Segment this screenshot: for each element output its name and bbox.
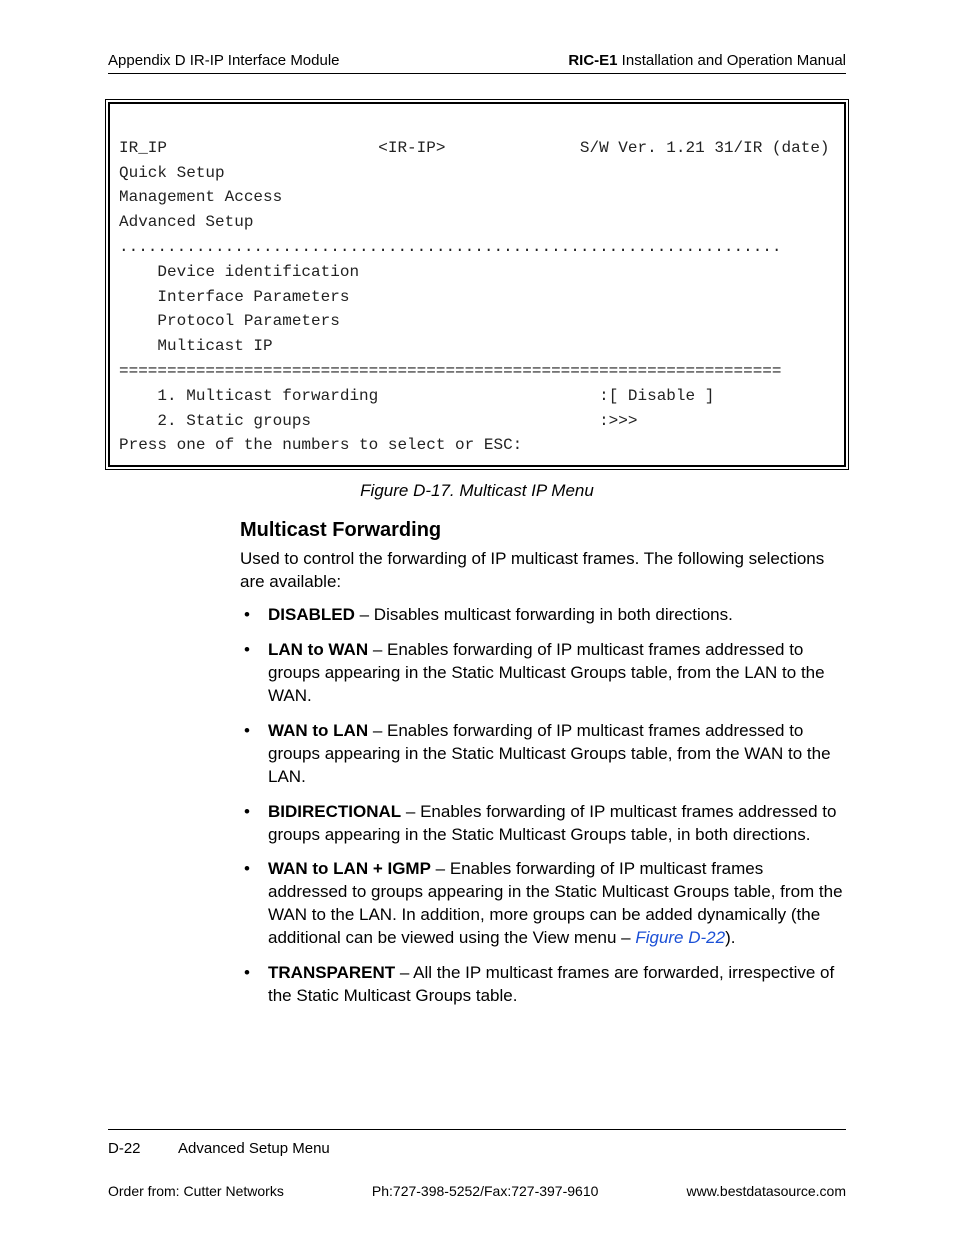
option-name: DISABLED: [268, 605, 355, 624]
order-footer: Order from: Cutter Networks Ph:727-398-5…: [108, 1183, 846, 1199]
order-phone: Ph:727-398-5252/Fax:727-397-9610: [372, 1183, 599, 1199]
page-header: Appendix D IR-IP Interface Module RIC-E1…: [108, 52, 846, 74]
option-desc-tail: ).: [725, 928, 735, 947]
terminal-device-id: Device identification: [119, 263, 359, 281]
option-name: LAN to WAN: [268, 640, 368, 659]
header-right: RIC-E1 Installation and Operation Manual: [568, 52, 846, 69]
options-list: DISABLED – Disables multicast forwarding…: [240, 604, 846, 1008]
option-name: WAN to LAN + IGMP: [268, 859, 431, 878]
option-name: TRANSPARENT: [268, 963, 395, 982]
terminal-option-1-label: 1. Multicast forwarding: [119, 387, 378, 405]
order-url: www.bestdatasource.com: [686, 1183, 846, 1199]
terminal-hostname: IR_IP: [119, 139, 167, 157]
section-heading: Multicast Forwarding: [240, 519, 846, 542]
list-item: LAN to WAN – Enables forwarding of IP mu…: [240, 639, 846, 708]
option-desc: – Disables multicast forwarding in both …: [355, 605, 733, 624]
terminal-version: S/W Ver. 1.21 31/IR (date): [580, 139, 830, 157]
terminal-mgmt-access: Management Access: [119, 188, 282, 206]
page-footer: D-22 Advanced Setup Menu: [108, 1129, 846, 1157]
terminal-divider: ========================================…: [119, 362, 782, 380]
terminal-prompt: Press one of the numbers to select or ES…: [119, 436, 522, 454]
list-item: WAN to LAN – Enables forwarding of IP mu…: [240, 720, 846, 789]
header-subtitle: Installation and Operation Manual: [618, 52, 846, 69]
list-item: WAN to LAN + IGMP – Enables forwarding o…: [240, 858, 846, 950]
terminal-screen: IR_IP <IR-IP> S/W Ver. 1.21 31/IR (date)…: [108, 102, 846, 467]
figure-link[interactable]: Figure D-22: [635, 928, 725, 947]
list-item: DISABLED – Disables multicast forwarding…: [240, 604, 846, 627]
order-from: Order from: Cutter Networks: [108, 1183, 284, 1199]
terminal-device: <IR-IP>: [378, 139, 445, 157]
header-product: RIC-E1: [568, 52, 617, 69]
terminal-protocol-params: Protocol Parameters: [119, 312, 340, 330]
page-number: D-22: [108, 1140, 178, 1157]
terminal-quick-setup: Quick Setup: [119, 164, 225, 182]
terminal-option-1: 1. Multicast forwarding :[ Disable ]: [119, 387, 714, 405]
option-name: BIDIRECTIONAL: [268, 802, 401, 821]
list-item: BIDIRECTIONAL – Enables forwarding of IP…: [240, 801, 846, 847]
terminal-multicast-ip: Multicast IP: [119, 337, 273, 355]
content-body: Multicast Forwarding Used to control the…: [240, 519, 846, 1008]
header-left: Appendix D IR-IP Interface Module: [108, 52, 340, 69]
list-item: TRANSPARENT – All the IP multicast frame…: [240, 962, 846, 1008]
terminal-dots: ........................................…: [119, 238, 782, 256]
terminal-title-row: IR_IP <IR-IP> S/W Ver. 1.21 31/IR (date): [119, 139, 830, 157]
terminal-option-2-value: :>>>: [599, 412, 637, 430]
terminal-option-2-label: 2. Static groups: [119, 412, 311, 430]
terminal-option-2: 2. Static groups :>>>: [119, 412, 637, 430]
terminal-option-1-value: :[ Disable ]: [599, 387, 714, 405]
terminal-advanced-setup: Advanced Setup: [119, 213, 253, 231]
footer-section: Advanced Setup Menu: [178, 1140, 330, 1157]
intro-paragraph: Used to control the forwarding of IP mul…: [240, 548, 846, 594]
terminal-interface-params: Interface Parameters: [119, 288, 349, 306]
figure-caption: Figure D-17. Multicast IP Menu: [108, 481, 846, 501]
option-name: WAN to LAN: [268, 721, 368, 740]
